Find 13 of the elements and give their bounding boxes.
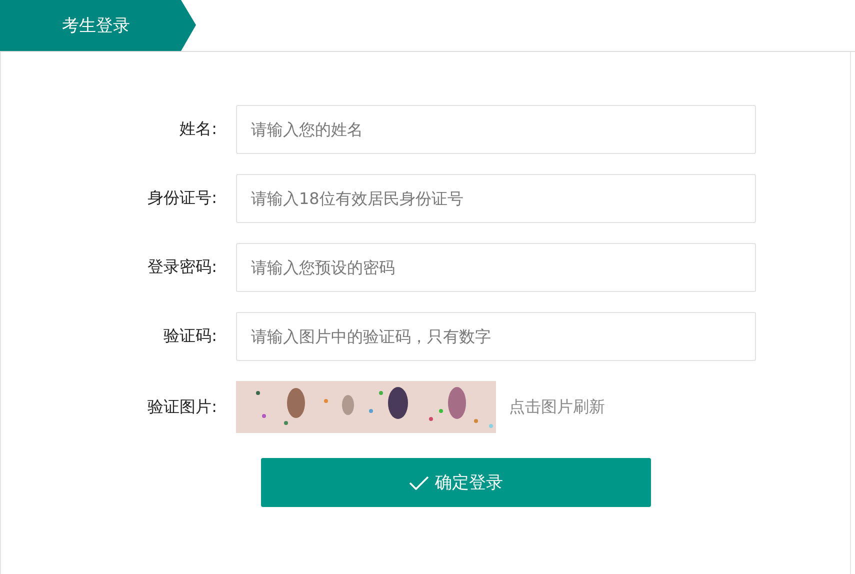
check-icon	[409, 476, 429, 490]
input-field[interactable]: 请输入您的姓名	[236, 105, 756, 154]
input-field[interactable]: 请输入您预设的密码	[236, 243, 756, 292]
field-label: 验证码:	[162, 326, 217, 347]
login-button[interactable]: 确定登录	[261, 458, 651, 507]
refresh-hint[interactable]: 点击图片刷新	[509, 396, 605, 418]
header-tab[interactable]: 考生登录	[0, 0, 196, 51]
field-label: 验证图片:	[146, 396, 217, 418]
field-label: 姓名:	[178, 119, 217, 140]
input-field[interactable]: 请输入18位有效居民身份证号	[236, 174, 756, 223]
field-label: 登录密码:	[146, 257, 217, 278]
field-label: 身份证号:	[146, 188, 217, 209]
input-field[interactable]: 请输入图片中的验证码，只有数字	[236, 312, 756, 361]
